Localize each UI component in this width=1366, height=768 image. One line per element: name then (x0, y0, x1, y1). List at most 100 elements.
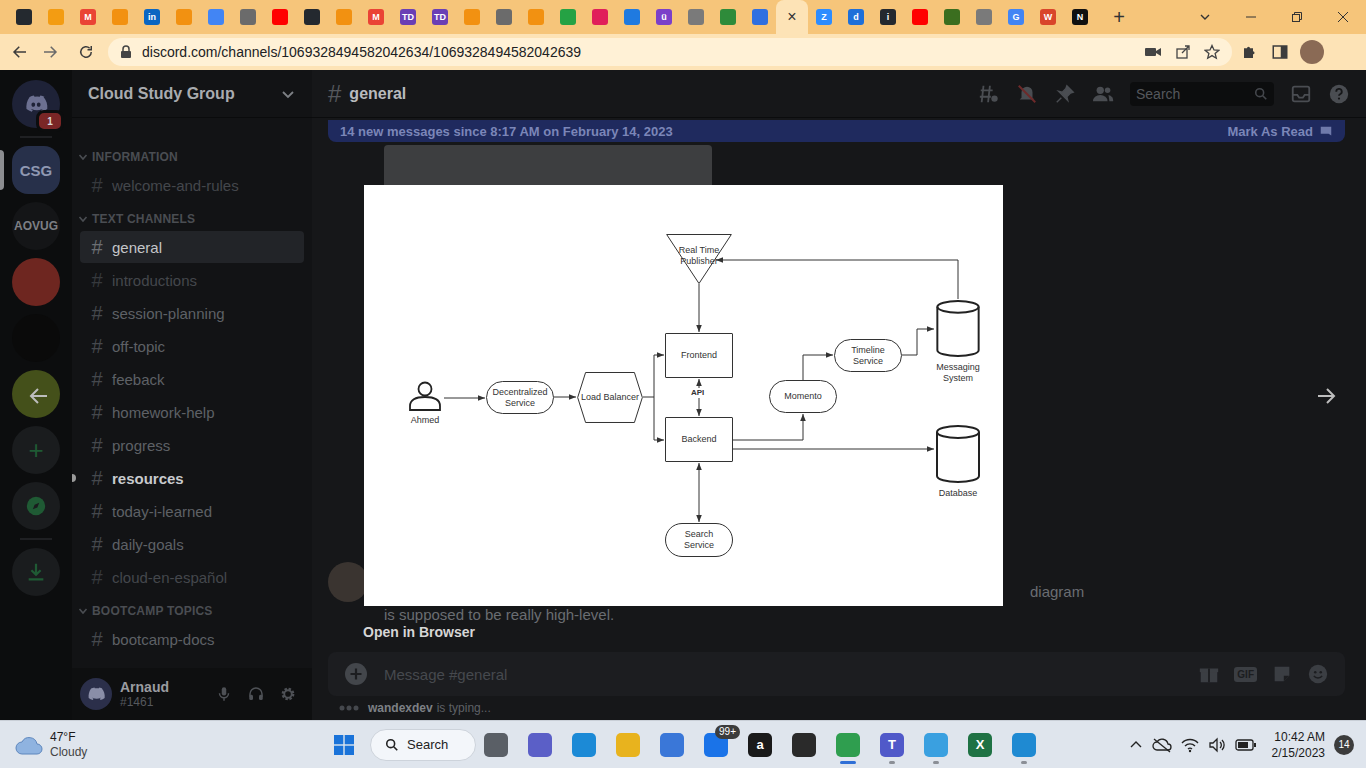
browser-tab[interactable]: W (1032, 0, 1064, 34)
taskbar-search[interactable]: Search (370, 729, 476, 761)
minimize-button[interactable] (1228, 0, 1274, 34)
channel-item[interactable]: #feeback (80, 363, 304, 395)
emoji-icon[interactable] (1307, 663, 1329, 685)
browser-tab[interactable] (552, 0, 584, 34)
taskbar-app[interactable]: a (740, 725, 780, 765)
tab-search-button[interactable] (1182, 0, 1228, 34)
reload-button[interactable] (71, 37, 101, 67)
browser-tab[interactable] (584, 0, 616, 34)
server-icon[interactable]: CSG (12, 146, 60, 194)
threads-icon[interactable] (978, 83, 1000, 105)
channel-item[interactable]: #progress (80, 429, 304, 461)
browser-tab[interactable] (104, 0, 136, 34)
server-icon[interactable]: AOVUG (12, 202, 60, 250)
sticker-icon[interactable] (1271, 663, 1293, 685)
back-button[interactable] (5, 37, 35, 67)
close-window-button[interactable] (1320, 0, 1366, 34)
taskbar-app[interactable]: X (960, 725, 1000, 765)
onedrive-paused-icon[interactable] (1152, 737, 1172, 753)
browser-tab[interactable]: d (840, 0, 872, 34)
pin-icon[interactable] (1054, 83, 1076, 105)
browser-tab[interactable] (488, 0, 520, 34)
open-in-browser-link[interactable]: Open in Browser (363, 624, 475, 640)
browser-tab[interactable]: in (136, 0, 168, 34)
taskbar-app[interactable]: T (872, 725, 912, 765)
next-image-button[interactable] (1314, 384, 1338, 408)
server-icon[interactable] (12, 314, 60, 362)
browser-tab[interactable] (8, 0, 40, 34)
star-icon[interactable] (1204, 44, 1220, 60)
chevron-up-icon[interactable] (1129, 738, 1143, 752)
taskbar-app[interactable] (608, 725, 648, 765)
browser-tab[interactable]: ü (648, 0, 680, 34)
taskbar-app[interactable] (652, 725, 692, 765)
new-messages-banner[interactable]: 14 new messages since 8:17 AM on Februar… (328, 120, 1345, 142)
channel-item[interactable]: #off-topic (80, 330, 304, 362)
plus-circle-icon[interactable] (344, 662, 368, 686)
browser-tab[interactable] (456, 0, 488, 34)
deafen-button[interactable] (240, 678, 272, 710)
server-icon[interactable]: + (12, 426, 60, 474)
forward-button[interactable] (35, 37, 65, 67)
message-composer[interactable]: Message #generalGIF (328, 652, 1345, 696)
channel-item[interactable]: #general (80, 231, 304, 263)
browser-tab[interactable] (296, 0, 328, 34)
browser-tab[interactable]: i (872, 0, 904, 34)
notifications-badge[interactable]: 14 (1334, 735, 1354, 755)
server-icon[interactable] (12, 258, 60, 306)
taskbar-app[interactable] (916, 725, 956, 765)
taskbar-app[interactable] (564, 725, 604, 765)
browser-tab[interactable] (712, 0, 744, 34)
inbox-icon[interactable] (1290, 83, 1312, 105)
clock[interactable]: 10:42 AM2/15/2023 (1272, 729, 1325, 761)
channel-item[interactable]: #homework-help (80, 396, 304, 428)
channel-item[interactable]: #bootcamp-docs (80, 623, 304, 655)
browser-tab[interactable] (616, 0, 648, 34)
taskbar-app[interactable] (520, 725, 560, 765)
camera-blocked-icon[interactable] (1144, 45, 1162, 59)
gif-button[interactable]: GIF (1234, 667, 1257, 682)
browser-tab[interactable] (168, 0, 200, 34)
browser-tab[interactable] (264, 0, 296, 34)
battery-icon[interactable] (1235, 738, 1257, 752)
weather-widget[interactable]: 47°FCloudy (0, 730, 324, 760)
channel-item[interactable]: #cloud-en-español (80, 561, 304, 593)
wifi-icon[interactable] (1181, 737, 1199, 753)
tab-close-button[interactable]: × (787, 9, 796, 25)
taskbar-app[interactable] (1004, 725, 1044, 765)
browser-tab[interactable] (968, 0, 1000, 34)
channel-item[interactable]: #resources (80, 462, 304, 494)
browser-tab[interactable] (744, 0, 776, 34)
taskbar-app[interactable] (476, 725, 516, 765)
extensions-button[interactable] (1235, 37, 1265, 67)
mute-mic-button[interactable] (208, 678, 240, 710)
browser-tab[interactable]: M (72, 0, 104, 34)
start-button[interactable] (324, 725, 364, 765)
user-settings-button[interactable] (272, 678, 304, 710)
user-avatar[interactable] (328, 562, 368, 602)
browser-tab[interactable] (232, 0, 264, 34)
browser-tab[interactable]: TD (424, 0, 456, 34)
search-field[interactable]: Search (1130, 82, 1274, 106)
browser-tab[interactable]: M (360, 0, 392, 34)
restore-button[interactable] (1274, 0, 1320, 34)
browser-tab[interactable]: × (776, 0, 808, 34)
browser-tab[interactable] (40, 0, 72, 34)
browser-tab[interactable]: G (1000, 0, 1032, 34)
help-icon[interactable] (1328, 83, 1350, 105)
browser-tab[interactable] (200, 0, 232, 34)
browser-tab[interactable] (328, 0, 360, 34)
members-icon[interactable] (1092, 83, 1114, 105)
taskbar-app[interactable] (828, 725, 868, 765)
previous-image-button[interactable] (27, 384, 51, 408)
gift-icon[interactable] (1198, 663, 1220, 685)
mark-as-read-button[interactable]: Mark As Read (1228, 124, 1334, 139)
address-bar[interactable]: discord.com/channels/1069328494582042634… (108, 38, 1232, 66)
server-icon[interactable] (12, 370, 60, 418)
taskbar-app[interactable] (784, 725, 824, 765)
browser-tab[interactable] (904, 0, 936, 34)
browser-tab[interactable]: TD (392, 0, 424, 34)
category-header[interactable]: TEXT CHANNELS (72, 202, 312, 230)
embedded-image[interactable] (384, 145, 712, 545)
new-tab-button[interactable]: + (1096, 0, 1142, 34)
